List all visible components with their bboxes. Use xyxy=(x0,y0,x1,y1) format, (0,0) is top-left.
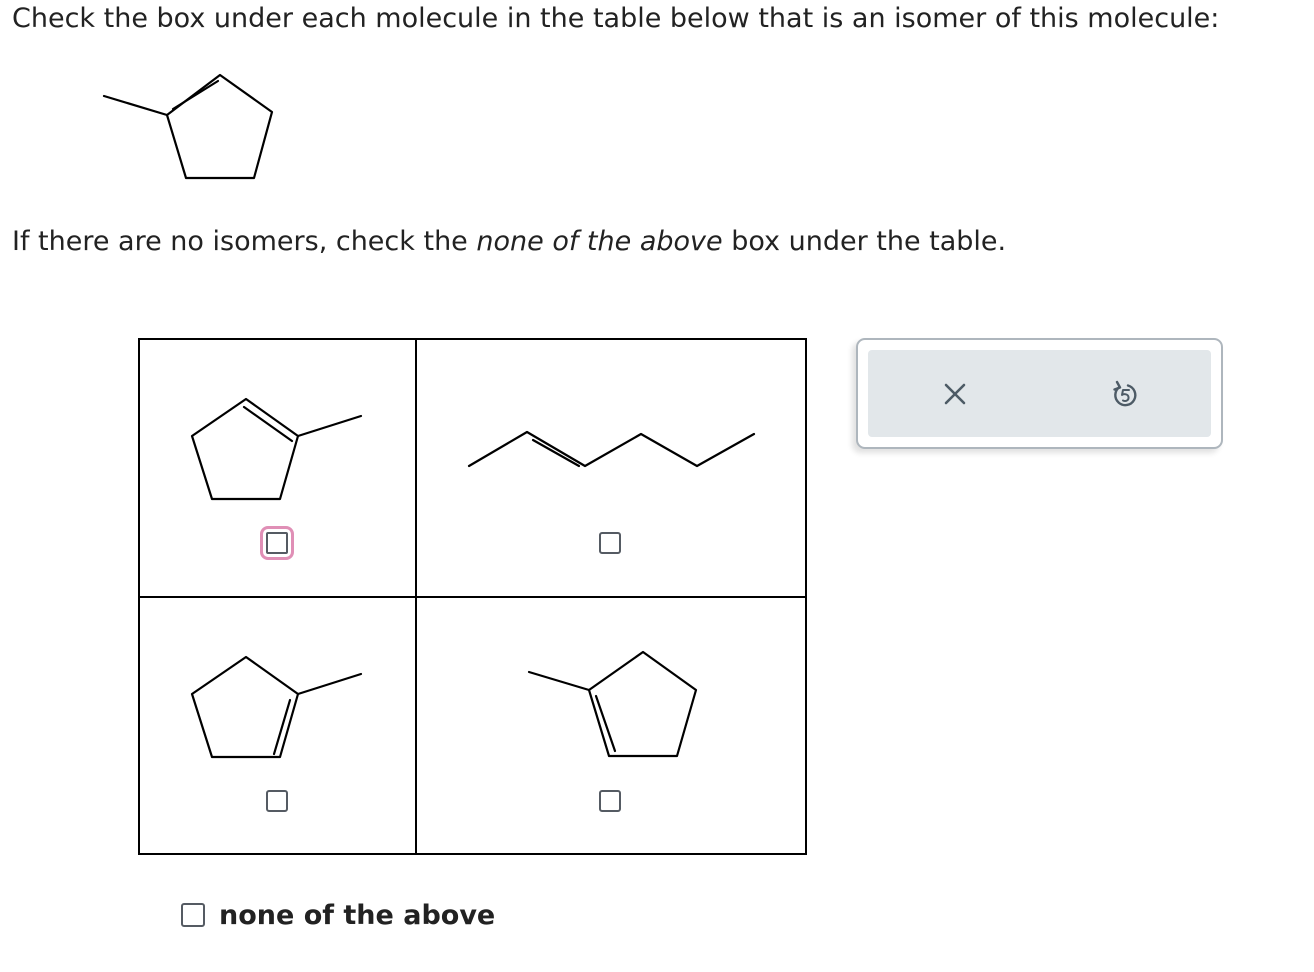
question-prompt: Check the box under each molecule in the… xyxy=(12,3,1220,34)
methylcyclopentene-structure-icon xyxy=(527,650,698,758)
target-molecule-icon xyxy=(102,73,274,180)
none-of-the-above-option[interactable]: none of the above xyxy=(181,899,496,931)
undo-button[interactable] xyxy=(1108,377,1142,411)
undo-icon xyxy=(1113,380,1137,407)
none-of-the-above-label: none of the above xyxy=(219,899,496,931)
clear-button[interactable] xyxy=(938,377,972,411)
option-cell-1 xyxy=(140,340,415,596)
instruction-emphasis: none of the above xyxy=(476,226,723,257)
1-methylcyclopentene-structure-icon xyxy=(190,397,363,501)
option-cell-3 xyxy=(140,598,415,855)
option-checkbox-2[interactable] xyxy=(599,532,621,554)
answer-table xyxy=(138,338,807,855)
instruction-text-part: If there are no isomers, check the xyxy=(12,226,477,257)
answer-tools-panel xyxy=(856,338,1223,449)
option-checkbox-4[interactable] xyxy=(599,790,621,812)
option-checkbox-1[interactable] xyxy=(260,526,294,560)
option-cell-4 xyxy=(417,598,807,855)
instruction-text: If there are no isomers, check the none … xyxy=(12,225,1006,259)
instruction-text-part: box under the table. xyxy=(722,226,1007,257)
answer-tools-bar xyxy=(868,350,1211,437)
none-of-the-above-checkbox[interactable] xyxy=(181,903,205,927)
hex-2-ene-structure-icon xyxy=(467,430,756,468)
methylcyclopentene-structure-icon xyxy=(190,655,363,759)
option-cell-2 xyxy=(417,340,807,596)
x-icon xyxy=(944,383,966,405)
option-checkbox-3[interactable] xyxy=(266,790,288,812)
